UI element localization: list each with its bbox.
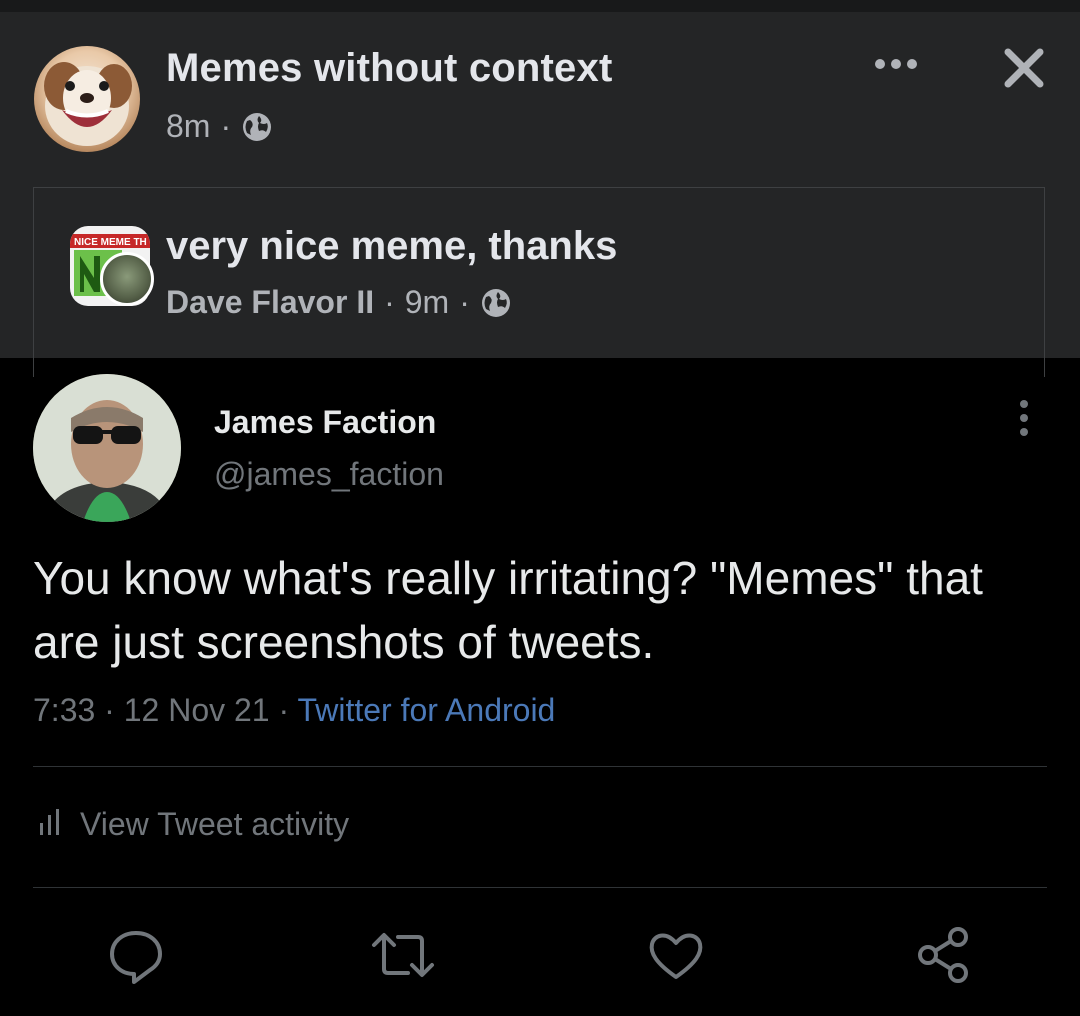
tweet-author-name[interactable]: James Faction — [214, 404, 436, 441]
meta-separator: · — [384, 284, 395, 320]
tweet-time: 7:33 — [33, 692, 96, 728]
meta-separator: · — [220, 108, 232, 144]
meta-separator: · — [278, 692, 290, 728]
bar-chart-icon — [38, 806, 64, 843]
page-avatar[interactable] — [34, 46, 140, 152]
tweet-date: 12 Nov 21 — [123, 692, 270, 728]
reply-icon[interactable] — [106, 925, 166, 985]
like-icon[interactable] — [646, 925, 706, 985]
view-tweet-activity-label: View Tweet activity — [80, 806, 350, 842]
top-bar — [0, 0, 1080, 12]
shared-comment-box — [33, 187, 1045, 377]
meta-separator: · — [104, 692, 115, 728]
tweet-meta: 7:33 · 12 Nov 21 · Twitter for Android — [33, 692, 555, 729]
view-tweet-activity-button[interactable]: View Tweet activity — [38, 806, 349, 843]
close-icon[interactable] — [1002, 46, 1046, 90]
divider — [33, 887, 1047, 888]
tweet-text: You know what's really irritating? "Meme… — [33, 552, 983, 668]
tweet-author-avatar[interactable] — [33, 374, 181, 522]
share-icon[interactable] — [914, 925, 974, 985]
comment-meta: Dave Flavor II · 9m · — [166, 284, 512, 321]
comment-author[interactable]: Dave Flavor II — [166, 284, 374, 321]
comment-text: very nice meme, thanks — [166, 224, 618, 268]
post-meta: 8m · — [166, 108, 273, 145]
commenter-avatar-mini — [100, 252, 154, 306]
post-time[interactable]: 8m — [166, 108, 210, 145]
more-vertical-icon[interactable] — [1014, 398, 1034, 438]
meta-separator: · — [459, 284, 470, 320]
retweet-icon[interactable] — [370, 925, 434, 985]
comment-time[interactable]: 9m — [405, 284, 449, 321]
divider — [33, 766, 1047, 767]
tweet-source-link[interactable]: Twitter for Android — [297, 692, 555, 728]
page-name[interactable]: Memes without context — [166, 46, 612, 91]
tweet-author-handle[interactable]: @james_faction — [214, 456, 444, 493]
avatar-badge-text: NICE MEME TH — [74, 237, 147, 248]
globe-icon — [480, 287, 512, 319]
globe-icon — [241, 111, 273, 143]
more-horizontal-icon[interactable] — [872, 52, 920, 76]
